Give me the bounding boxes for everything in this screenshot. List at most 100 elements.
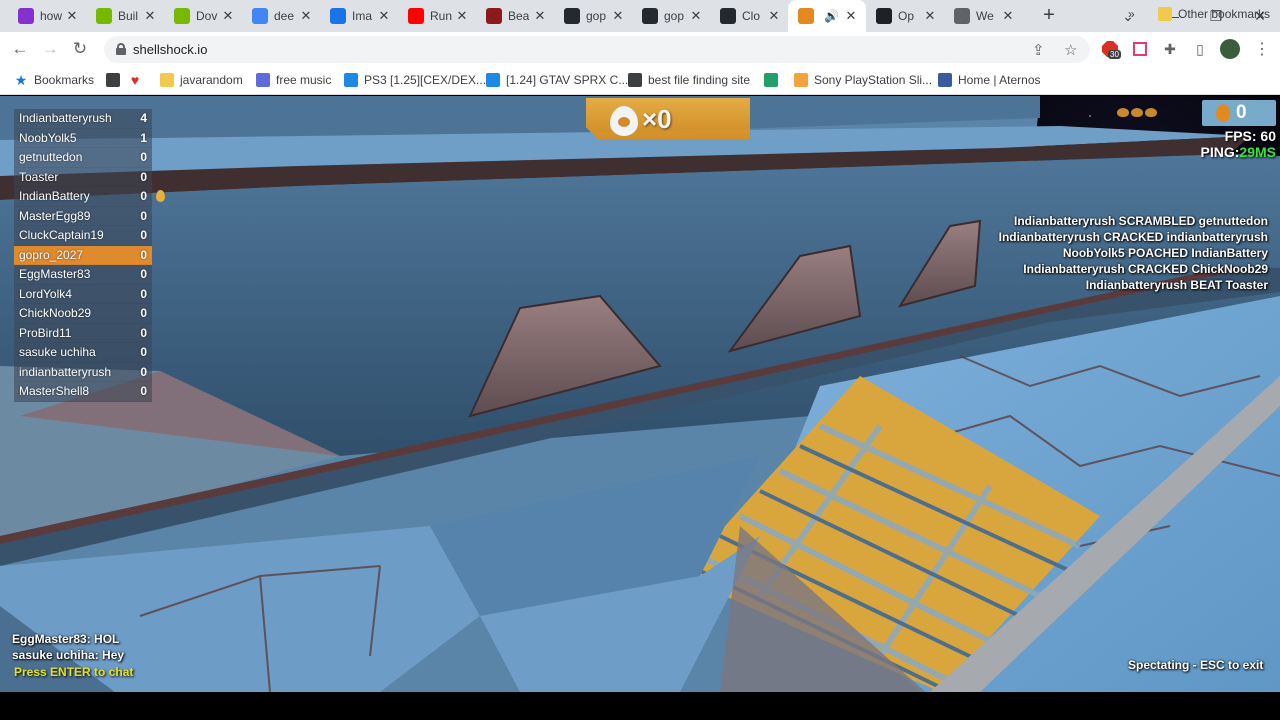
tab-8[interactable]: gop ✕ [632,0,710,32]
player-score: 0 [140,364,147,379]
tab-title: gop [586,9,607,23]
tab-close-icon[interactable]: ✕ [768,8,780,24]
bookmark-5[interactable]: PS3 [1.25][CEX/DEX... [344,71,486,89]
extensions-puzzle-icon[interactable]: ✚ [1160,39,1180,59]
tab-10[interactable]: 🔊 ✕ [788,0,866,32]
tab-11[interactable]: Op ✕ [866,0,944,32]
bookmark-2[interactable]: ♥ [128,71,148,89]
scoreboard-row: sasuke uchiha 0 [14,343,152,363]
fps-label: FPS: [1224,128,1257,144]
tab-4[interactable]: Ima ✕ [320,0,398,32]
share-icon[interactable]: ⇪ [1032,41,1045,59]
player-score: 0 [140,345,147,360]
bookmark-8[interactable] [764,71,784,89]
other-bookmarks[interactable]: Other bookmarks [1158,5,1270,23]
tab-title: dee [274,9,295,23]
tab-9[interactable]: Clo ✕ [710,0,788,32]
player-score: 0 [140,247,147,262]
bookmark-1[interactable] [106,71,126,89]
kill-counter: ×0 [586,98,750,140]
new-tab-button[interactable]: + [1038,4,1060,26]
kill-count: ×0 [642,104,672,134]
tab-1[interactable]: Buil ✕ [86,0,164,32]
tab-12[interactable]: We ✕ [944,0,1022,32]
extension-screenshot-icon[interactable] [1130,39,1150,59]
bag-icon [794,73,808,87]
chart-icon [330,8,346,24]
fps-readout: FPS: 60 [1225,128,1276,144]
game-scene [0,96,1280,692]
tab-title: Buil [118,9,139,23]
c-icon [344,73,358,87]
kill-feed-entry: Indianbatteryrush CRACKED ChickNoob29 [1023,262,1268,276]
bookmark-star-icon[interactable]: ☆ [1064,41,1077,59]
tab-2[interactable]: Dov ✕ [164,0,242,32]
tab-close-icon[interactable]: ✕ [924,8,936,24]
player-score: 0 [140,384,147,399]
ping-readout: PING:29MS [1201,144,1276,160]
bookmark-3[interactable]: javarandom [160,71,243,89]
game-viewport[interactable]: Indianbatteryrush 4 NoobYolk5 1 getnuttedon 0… [0,96,1280,692]
lock-icon[interactable] [116,43,126,55]
tab-close-icon[interactable]: ✕ [300,8,312,24]
address-text: shellshock.io [133,42,208,57]
chat-prompt[interactable]: Press ENTER to chat [14,663,133,681]
bookmark-label: javarandom [180,73,243,87]
skull-egg-icon [610,106,638,136]
fps-value: 60 [1260,128,1276,144]
tab-audio-icon[interactable]: 🔊 [824,9,839,23]
tab-close-icon[interactable]: ✕ [844,8,858,24]
taskbar-strip [0,692,1280,720]
bookmark-10[interactable]: Home | Aternos [938,71,1041,89]
browser-menu-icon[interactable]: ⋮ [1252,39,1272,59]
kill-feed-entry: Indianbatteryrush BEAT Toaster [1085,278,1268,292]
tab-3[interactable]: dee ✕ [242,0,320,32]
tab-close-icon[interactable]: ✕ [66,8,78,24]
profile-avatar[interactable] [1220,39,1240,59]
egg-count: 0 [1236,102,1247,123]
tab-0[interactable]: how ✕ [8,0,86,32]
tab-close-icon[interactable]: ✕ [222,8,234,24]
tab-close-icon[interactable]: ✕ [456,8,468,24]
bookmark-4[interactable]: free music [256,71,331,89]
address-bar[interactable]: shellshock.io ⇪ ☆ [104,36,1090,63]
kill-feed-entry: NoobYolk5 POACHED IndianBattery [1062,246,1268,260]
tab-close-icon[interactable]: ✕ [612,8,624,24]
tab-7[interactable]: gop ✕ [554,0,632,32]
player-score: 0 [140,228,147,243]
bookmarks-bar: ★ Bookmarks ♥ javarandom free music PS3 [1.25… [0,66,1280,95]
back-button[interactable]: ← [8,38,32,60]
nvidia-icon [174,8,190,24]
tab-close-icon[interactable]: ✕ [144,8,156,24]
bookmark-0[interactable]: ★ Bookmarks [14,71,94,89]
player-name: Indianbatteryrush [19,111,112,126]
bookmark-9[interactable]: Sony PlayStation Sli... [794,71,932,89]
tab-title: Dov [196,9,218,23]
forward-button[interactable]: → [38,38,62,60]
youtube-icon [408,8,424,24]
tab-5[interactable]: Run ✕ [398,0,476,32]
bookmarks-overflow-icon[interactable]: » [1128,5,1135,23]
kill-feed: Indianbatteryrush SCRAMBLED getnuttedon I… [999,213,1268,293]
bookmark-label: Home | Aternos [958,73,1041,87]
tab-close-icon[interactable]: ✕ [1002,8,1014,24]
tab-close-icon[interactable]: ✕ [534,8,546,24]
bookmark-7[interactable]: best file finding site [628,71,750,89]
scoreboard-row: CluckCaptain19 0 [14,226,152,246]
tab-title: how [40,9,63,23]
player-name: indianbatteryrush [19,364,112,379]
shellshock-icon [798,8,814,24]
bookmark-6[interactable]: [1.24] GTAV SPRX C... [486,71,628,89]
extension-adblock-icon[interactable]: 30 [1100,39,1121,59]
tab-close-icon[interactable]: ✕ [378,8,390,24]
tab-close-icon[interactable]: ✕ [690,8,702,24]
egg-carrier-icon [156,190,165,202]
scoreboard-row: MasterShell8 0 [14,382,152,402]
player-score: 0 [140,169,147,184]
tab-6[interactable]: Bea ✕ [476,0,554,32]
reload-button[interactable]: ↻ [68,38,92,60]
player-score: 4 [140,111,147,126]
tab-title: We [976,9,994,23]
side-panel-icon[interactable]: ▯ [1190,39,1210,59]
scoreboard-row: Toaster 0 [14,167,152,187]
